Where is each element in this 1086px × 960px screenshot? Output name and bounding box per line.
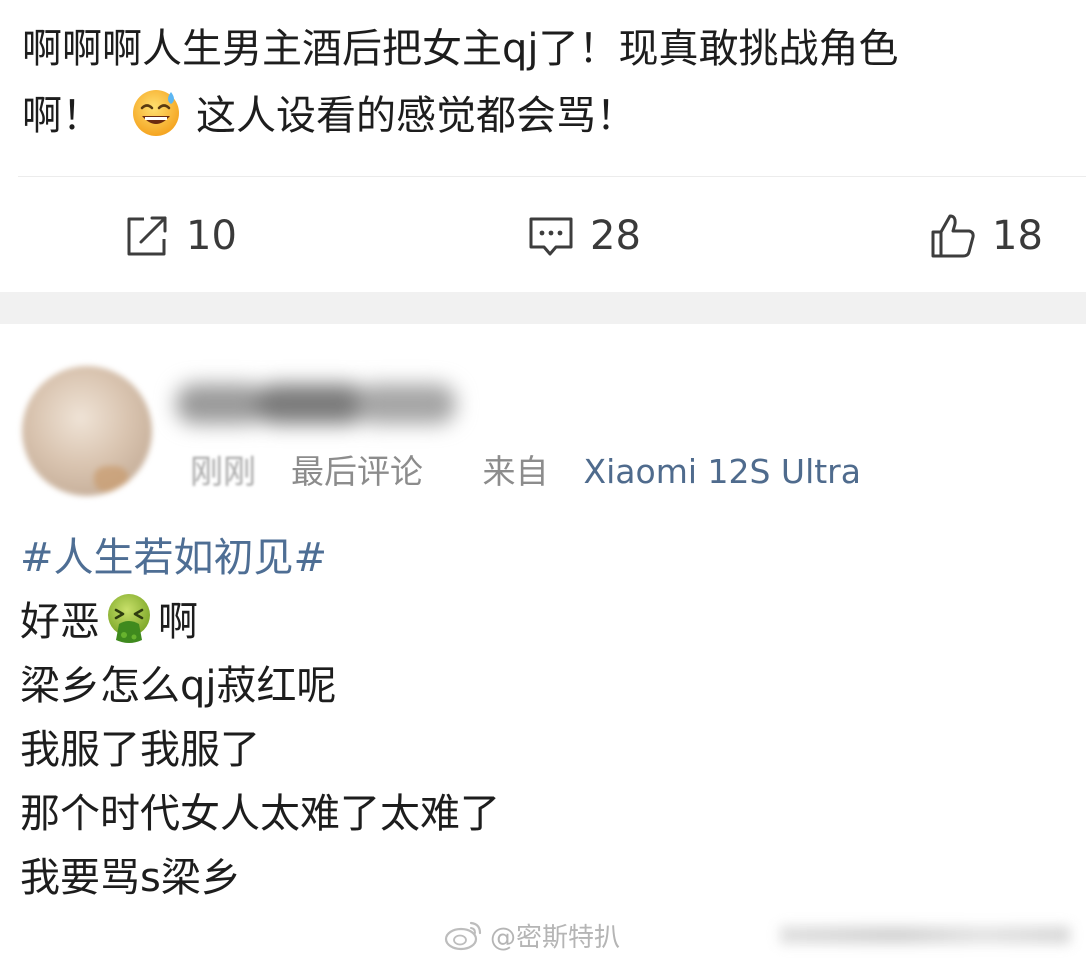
section-separator — [0, 292, 1086, 324]
comment-line-1: 好恶 啊 — [20, 590, 500, 654]
post-divider — [18, 176, 1086, 177]
post-card: 啊啊啊人生男主酒后把女主qj了！现真敢挑战角色 啊！ 这人设看的感觉都会骂！ 1… — [0, 0, 1086, 292]
comment-icon — [529, 217, 573, 256]
weibo-logo-icon — [444, 921, 482, 951]
comment-line-3: 我服了我服了 — [20, 727, 260, 773]
comment-line-2: 梁乡怎么qj菽红呢 — [20, 663, 337, 709]
post-text-line-2-start: 啊！ — [22, 93, 102, 139]
comment-card: 刚刚 最后评论 来自 Xiaomi 12S Ultra #人生若如初见# 好恶 — [0, 324, 1086, 960]
post-text-line-1: 啊啊啊人生男主酒后把女主qj了！现真敢挑战角色 — [22, 26, 899, 72]
comment-body: #人生若如初见# 好恶 啊 梁乡怎么qj菽红呢 我服了我服了 那个时代女人太难了… — [20, 526, 500, 910]
sweat-smile-emoji-icon — [133, 90, 179, 136]
repost-button[interactable]: 10 — [122, 206, 237, 266]
source-prefix: 来自 — [482, 452, 549, 491]
comment-time: 刚刚 — [190, 452, 256, 491]
vomit-emoji-icon — [108, 594, 150, 643]
post-text-line-2-end: 这人设看的感觉都会骂！ — [196, 93, 636, 139]
comment-count: 28 — [590, 213, 641, 259]
comment-line-1-end: 啊 — [158, 599, 198, 645]
like-button[interactable]: 18 — [928, 206, 1043, 266]
username-blurred[interactable] — [176, 374, 476, 436]
last-comment-label: 最后评论 — [291, 452, 423, 491]
comment-button[interactable]: 28 — [526, 206, 641, 266]
post-text: 啊啊啊人生男主酒后把女主qj了！现真敢挑战角色 啊！ 这人设看的感觉都会骂！ — [22, 16, 1082, 150]
post-text-line-2: 啊！ 这人设看的感觉都会骂！ — [22, 83, 1082, 150]
comment-meta: 刚刚 最后评论 来自 Xiaomi 12S Ultra — [190, 448, 861, 496]
comment-line-4: 那个时代女人太难了太难了 — [20, 791, 500, 837]
comment-line-1-start: 好恶 — [20, 599, 100, 645]
thumbs-up-icon — [931, 214, 975, 258]
repost-icon — [127, 216, 167, 256]
watermark: @密斯特扒 — [444, 914, 620, 956]
avatar[interactable] — [22, 366, 152, 496]
device-link[interactable]: Xiaomi 12S Ultra — [584, 452, 861, 491]
watermark-text: @密斯特扒 — [490, 922, 621, 953]
hashtag-link[interactable]: #人生若如初见# — [20, 526, 500, 590]
watermark-blurred-text — [780, 926, 1070, 944]
comment-line-5: 我要骂s梁乡 — [20, 855, 241, 901]
like-count: 18 — [992, 213, 1043, 259]
repost-count: 10 — [186, 213, 237, 259]
